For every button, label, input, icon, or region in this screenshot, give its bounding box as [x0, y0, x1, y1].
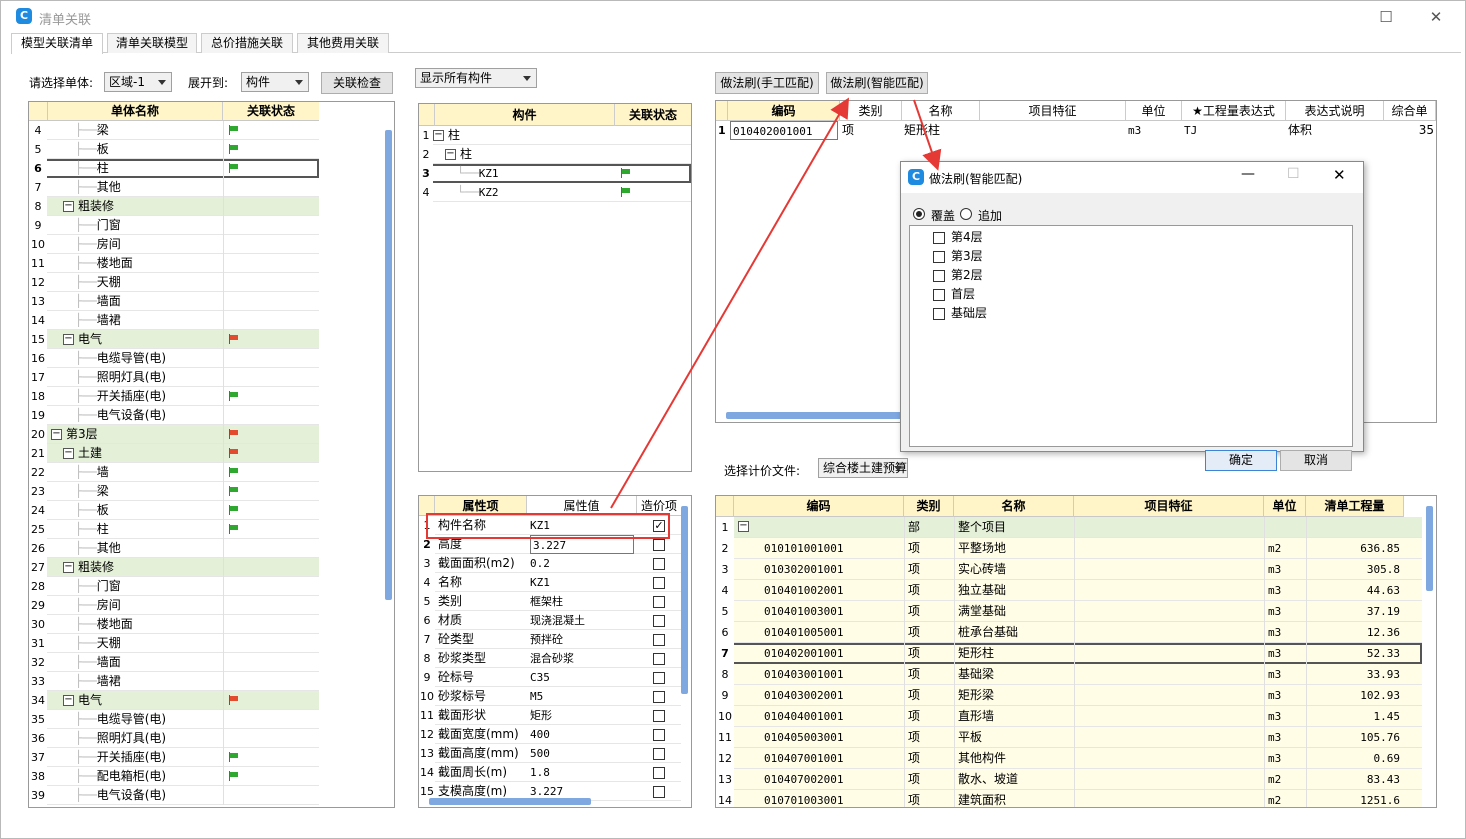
annotation-arrows	[610, 97, 942, 509]
arrow-to-dialog	[913, 99, 942, 171]
arrow-to-smart-button	[610, 97, 850, 509]
